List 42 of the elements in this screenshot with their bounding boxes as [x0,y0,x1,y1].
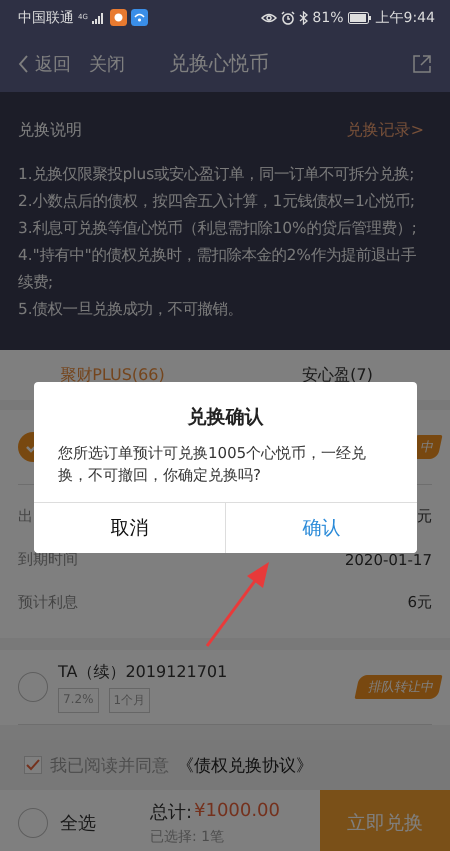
field-value: 元 [417,507,432,526]
rule-text: 4."持有中"的债权兑换时，需扣除本金的2%作为提前退出手续费; [18,245,417,293]
battery-percent: 81% [312,10,344,26]
rule-text: 5.债权一旦兑换成功，不可撤销。 [18,299,244,320]
field-label: 到期时间 [18,550,78,569]
dialog-message: 您所选订单预计可兑换1005个心悦币，一经兑换，不可撤回，你确定兑换吗? [57,443,368,486]
tab[interactable]: 聚财PLUS(66) [0,350,225,400]
wifi-app-icon [131,9,148,26]
field-label: 预计利息 [18,593,78,612]
field-label: 出 [18,507,33,526]
back-button[interactable]: 返回 [18,52,71,76]
agreement-link[interactable]: 《债权兑换协议》 [177,754,313,776]
select-all-label: 全选 [60,812,96,835]
share-icon[interactable] [412,54,432,74]
app-icon [110,9,127,26]
status-badge: 排队转让中 [354,675,443,699]
bluetooth-icon [299,10,308,24]
rule-text: 1.兑换仅限聚投plus或安心盈订单，同一订单不可拆分兑换; [18,164,416,185]
eye-icon [261,12,278,24]
page-title: 兑换心悦币 [169,50,270,77]
field-value: 6元 [407,593,432,612]
signal-icon [92,12,106,24]
carrier-name: 中国联通 [18,8,74,26]
total-amount: ¥1000.00 [194,800,280,823]
section-title: 兑换说明 [18,120,82,141]
order-title: TA（续）2019121701 [58,662,228,682]
battery-icon [348,12,372,24]
close-button[interactable]: 关闭 [89,52,125,76]
rule-text: 2.小数点后的债权，按四舍五入计算，1元钱债权=1心悦币; [18,191,416,212]
select-all-circle[interactable] [18,808,48,838]
total-label: 总计: [150,801,192,824]
clock-time: 上午9:44 [376,8,435,26]
dialog-title: 兑换确认 [186,405,264,430]
field-value: 2020-01-17 [344,550,432,568]
exchange-button[interactable]: 立即兑换 [320,790,450,851]
rule-text: 3.利息可兑换等值心悦币（利息需扣除10%的贷后管理费）; [18,218,418,239]
history-link[interactable]: 兑换记录> [346,120,424,141]
confirm-button[interactable]: 确认 [225,503,417,553]
agree-checkbox[interactable] [24,756,42,774]
alarm-icon [281,10,296,24]
tab[interactable]: 安心盈(7) [225,350,450,400]
chevron-left-icon [18,54,29,72]
